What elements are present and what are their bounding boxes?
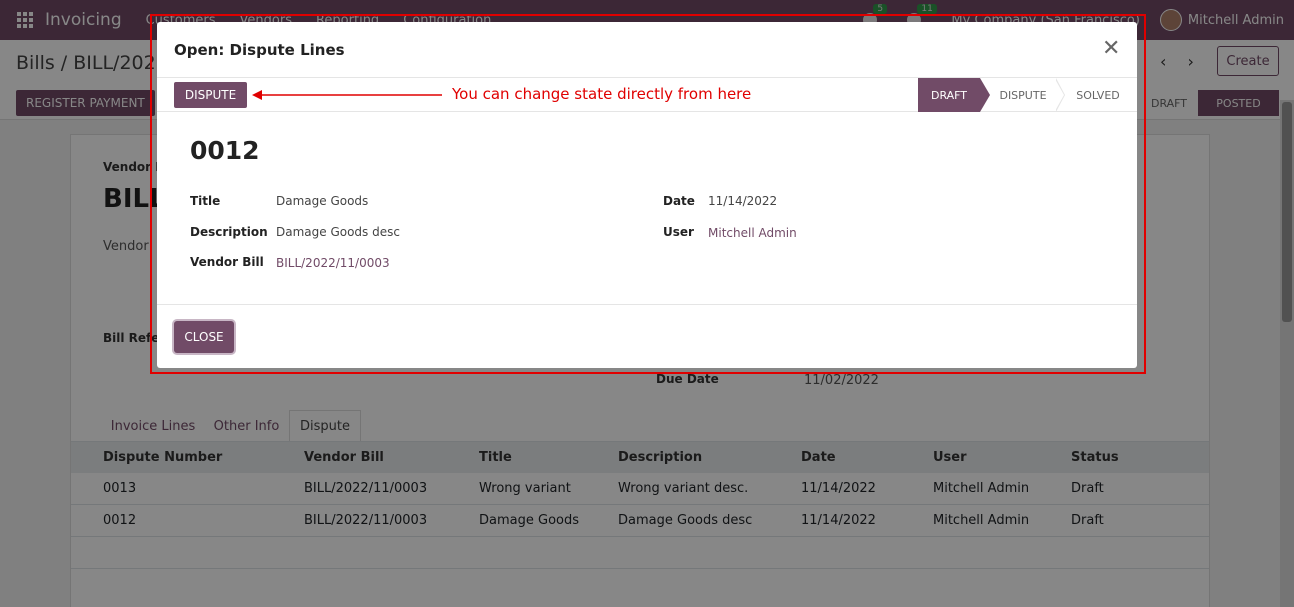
description-label: Description — [190, 225, 268, 239]
stage-solved[interactable]: SOLVED — [1065, 78, 1131, 112]
stage-dispute[interactable]: DISPUTE — [990, 78, 1056, 112]
close-icon[interactable]: ✕ — [1102, 36, 1120, 61]
dialog-footer: CLOSE — [157, 304, 1137, 368]
date-value: 11/14/2022 — [708, 194, 778, 208]
annotation-arrow-icon — [252, 90, 442, 100]
description-value: Damage Goods desc — [276, 225, 400, 239]
dispute-button[interactable]: DISPUTE — [174, 82, 247, 108]
date-label: Date — [663, 194, 695, 208]
vendor-bill-field-label: Vendor Bill — [190, 255, 264, 269]
stage-draft[interactable]: DRAFT — [918, 78, 990, 112]
user-label: User — [663, 225, 694, 239]
title-label: Title — [190, 194, 221, 208]
dispute-lines-dialog: Open: Dispute Lines ✕ DISPUTE You can ch… — [157, 22, 1137, 368]
dialog-title: Open: Dispute Lines — [174, 41, 345, 59]
vendor-bill-link[interactable]: BILL/2022/11/0003 — [276, 256, 390, 270]
record-name: 0012 — [190, 136, 260, 165]
dialog-statusbar: DISPUTE You can change state directly fr… — [157, 78, 1137, 112]
user-link[interactable]: Mitchell Admin — [708, 226, 797, 240]
dialog-header: Open: Dispute Lines ✕ — [157, 22, 1137, 78]
annotation-text: You can change state directly from here — [452, 85, 752, 103]
stage-separator — [1055, 78, 1065, 112]
close-button[interactable]: CLOSE — [174, 321, 234, 353]
title-value: Damage Goods — [276, 194, 369, 208]
